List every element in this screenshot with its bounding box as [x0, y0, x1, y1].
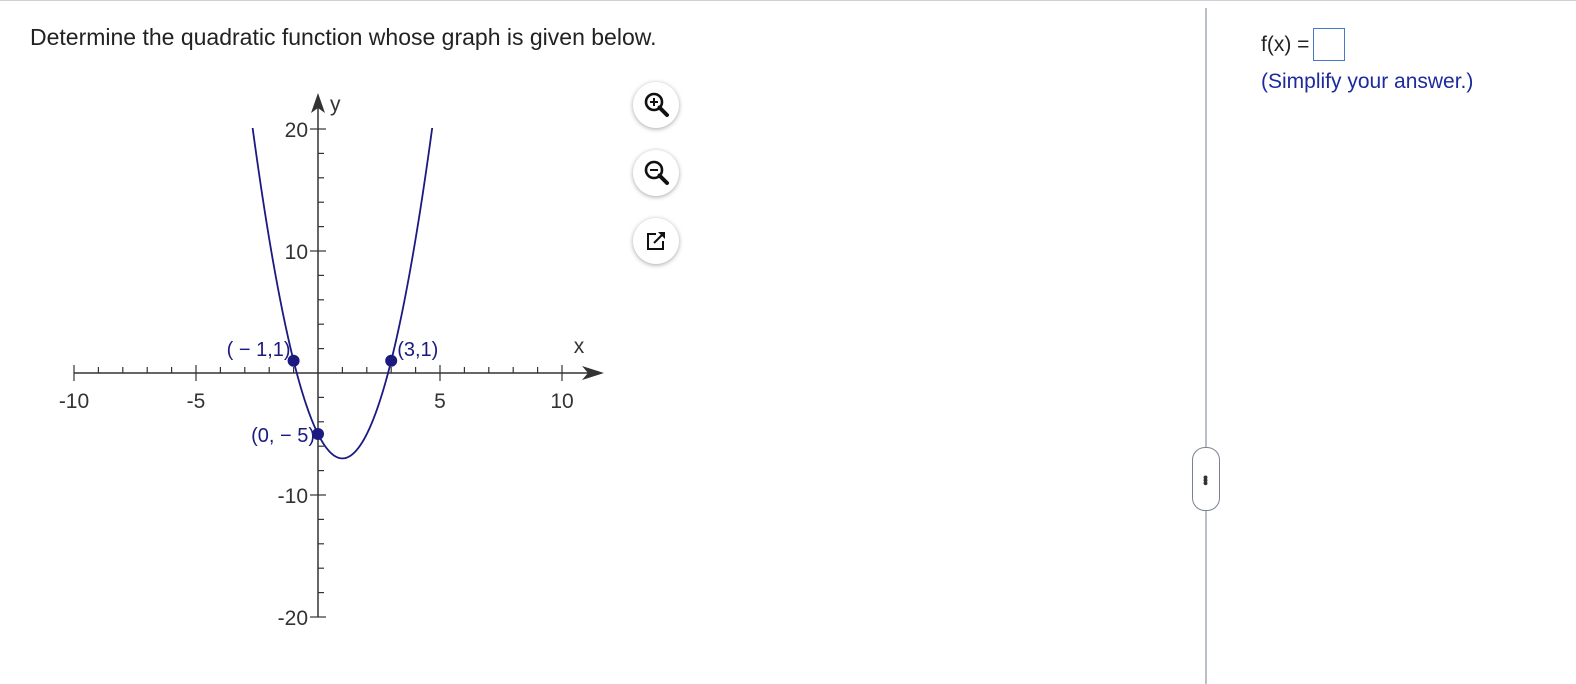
- point-label: ( − 1,1): [227, 339, 291, 361]
- points: ( − 1,1) (0, − 5) (3,1): [227, 339, 439, 447]
- pane-resize-handle[interactable]: •••: [1192, 447, 1220, 511]
- point-label: (3,1): [397, 339, 438, 361]
- parabola-curve: [251, 128, 434, 460]
- labels: -10 -5 5 10 20 10 -10 -20 x y: [59, 93, 585, 630]
- zoom-in-button[interactable]: [633, 82, 679, 128]
- answer-input[interactable]: [1313, 28, 1346, 61]
- zoom-in-icon: [644, 92, 669, 117]
- grip-dots-icon: •••: [1198, 474, 1214, 484]
- popout-button[interactable]: [633, 218, 679, 264]
- point-marker: [385, 354, 398, 367]
- axes: [74, 93, 604, 617]
- pane-divider: [1205, 8, 1207, 684]
- y-tick-label: 10: [285, 241, 308, 264]
- answer-label: f(x) =: [1261, 32, 1310, 56]
- y-tick-label: 20: [285, 119, 308, 142]
- zoom-out-icon: [644, 160, 669, 185]
- x-tick-label: 5: [434, 390, 446, 413]
- x-tick-label: 10: [550, 390, 573, 413]
- x-tick-label: -10: [59, 390, 89, 413]
- y-tick-label: -10: [278, 485, 308, 508]
- point-label: (0, − 5): [251, 425, 315, 447]
- answer-hint: (Simplify your answer.): [1261, 70, 1474, 93]
- x-axis-label: x: [574, 335, 585, 358]
- parabola-graph: -10 -5 5 10 20 10 -10 -20 x y ( − 1,1) (0, − 5) (3,…: [59, 93, 604, 630]
- popout-icon: [647, 232, 665, 250]
- x-tick-label: -5: [187, 390, 206, 413]
- y-tick-label: -20: [278, 607, 308, 630]
- y-axis-label: y: [330, 93, 341, 116]
- answer-row: f(x) =: [1261, 28, 1346, 61]
- zoom-out-button[interactable]: [633, 150, 679, 196]
- curve-layer: [251, 128, 434, 460]
